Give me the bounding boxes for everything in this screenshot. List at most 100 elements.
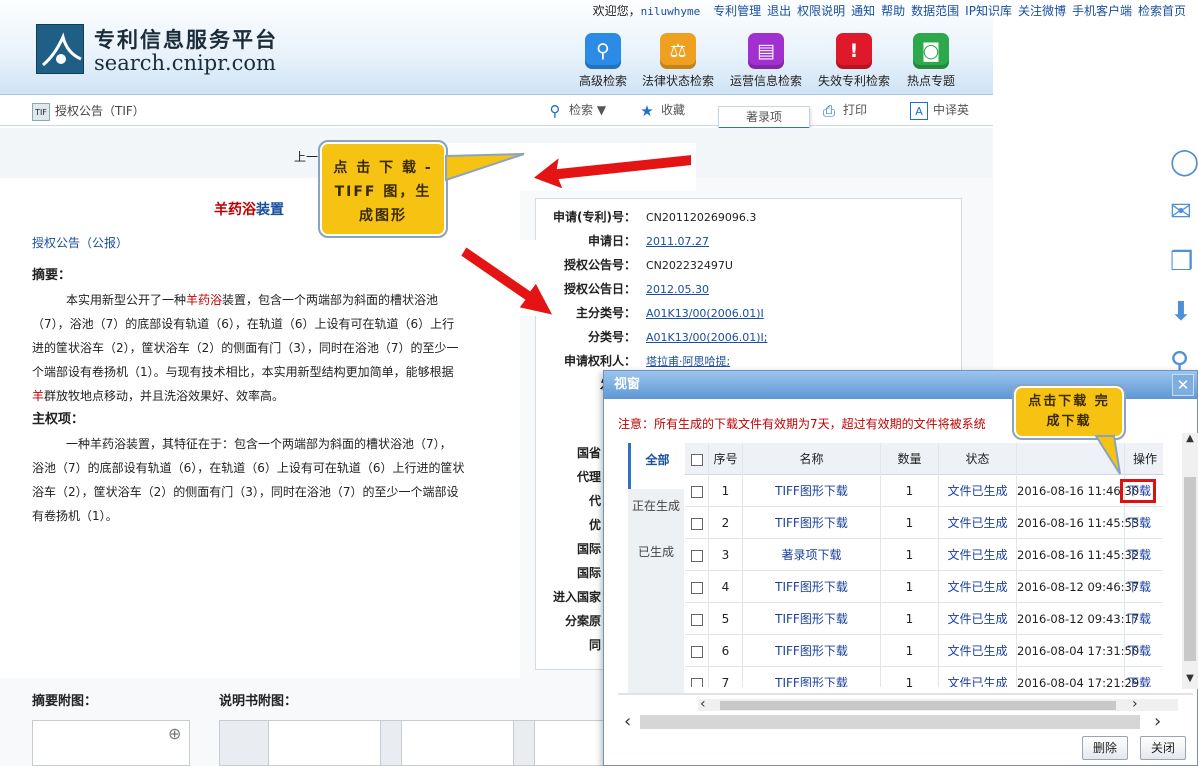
column-header: 数量 (881, 443, 939, 475)
chat-icon[interactable]: ◯ (1170, 146, 1198, 178)
top-link[interactable]: 检索首页 (1138, 4, 1186, 18)
spec-figure-thumbnail[interactable] (268, 720, 381, 766)
cell-action[interactable]: 下载 (1125, 507, 1163, 539)
tif-doc-icon: TIF (32, 102, 50, 121)
prev-link[interactable]: 上一 (294, 148, 318, 165)
nav-1[interactable]: ⚲ 高级检索 (567, 33, 639, 89)
zoom-in-icon[interactable]: ⊕ (168, 724, 181, 743)
close-button[interactable]: 关闭 (1140, 736, 1187, 760)
cell-status[interactable]: 文件已生成 (939, 475, 1017, 507)
row-checkbox[interactable] (690, 613, 703, 626)
nav-label: 失效专利检索 (817, 74, 890, 88)
top-link[interactable]: 数据范围 (911, 4, 959, 18)
cell-status[interactable]: 文件已生成 (939, 507, 1017, 539)
cell-no: 2 (709, 507, 743, 539)
top-link[interactable]: IP知识库 (965, 4, 1012, 18)
abstract-figure-thumbnail[interactable] (32, 720, 190, 766)
cell-action[interactable]: 下载 (1125, 667, 1163, 687)
cell-status[interactable]: 文件已生成 (939, 603, 1017, 635)
top-link[interactable]: 专利管理 (713, 4, 761, 18)
cell-count: 1 (881, 507, 939, 539)
info-value[interactable]: 塔拉甫·阿思哈提; (646, 353, 730, 369)
top-link[interactable]: 退出 (767, 4, 791, 18)
nav-label: 高级检索 (578, 74, 627, 88)
cell-time: 2016-08-16 11:45:32 (1017, 539, 1139, 571)
cell-status[interactable]: 文件已生成 (939, 667, 1017, 687)
logo-english: search.cnipr.com (94, 51, 276, 75)
row-checkbox[interactable] (690, 581, 703, 594)
cell-time: 2016-08-16 11:45:53 (1017, 507, 1139, 539)
nav-2[interactable]: ⚖ 法律状态检索 (634, 33, 722, 89)
outer-scroll-left-icon[interactable]: ‹ (624, 711, 631, 732)
spec-figure-thumbnail[interactable] (401, 720, 514, 766)
row-checkbox[interactable] (690, 645, 703, 658)
scroll-up-icon[interactable]: ▲ (1182, 433, 1198, 444)
row-checkbox[interactable] (690, 549, 703, 562)
delete-button[interactable]: 删除 (1082, 736, 1129, 760)
info-label-partial: 同 (588, 638, 601, 652)
cell-no: 3 (709, 539, 743, 571)
document-title: 羊药浴装置 (214, 202, 284, 218)
cell-name: TIFF图形下载 (743, 603, 881, 635)
scroll-left-icon[interactable]: ‹ (700, 696, 706, 712)
outer-horizontal-scrollbar[interactable] (640, 715, 1140, 729)
translate-button[interactable]: A 中译英 (910, 101, 969, 120)
nav-3[interactable]: ▤ 运营信息检索 (722, 33, 810, 89)
bulletin-link[interactable]: 授权公告（公报） (32, 234, 128, 251)
top-link[interactable]: 关注微博 (1018, 4, 1066, 18)
outer-scroll-right-icon[interactable]: › (1154, 711, 1161, 732)
dialog-close-icon[interactable]: ✕ (1172, 374, 1194, 396)
vertical-scroll-thumb[interactable] (1184, 477, 1196, 661)
favorite-button[interactable]: ★ 收藏 (638, 101, 685, 120)
select-all-checkbox[interactable] (690, 453, 703, 466)
nav-label: 运营信息检索 (729, 74, 802, 88)
cell-status[interactable]: 文件已生成 (939, 539, 1017, 571)
info-label-partial: 国际 (576, 542, 601, 556)
mail-icon[interactable]: ✉ (1170, 196, 1198, 228)
select-all-cell (685, 443, 709, 475)
horizontal-scroll-thumb[interactable] (720, 701, 1116, 710)
cell-time: 2016-08-12 09:43:17 (1017, 603, 1139, 635)
scroll-down-icon[interactable]: ▼ (1182, 673, 1198, 684)
username[interactable]: niluwhyme (641, 5, 701, 18)
status-tab[interactable]: 已生成 (628, 535, 684, 581)
row-checkbox-cell (685, 475, 709, 507)
logo-chinese: 专利信息服务平台 (94, 27, 278, 52)
callout-pointer (1094, 435, 1121, 475)
row-checkbox-cell (685, 603, 709, 635)
claims-line: 浴池（7）的底部设有轨道（6），在轨道（6）上设有可在轨道（6）上行进的筐状 (32, 461, 465, 475)
abstract-line: 个端部设有卷扬机（1）。与现有技术相比，本实用新型结构更加简单，能够根据 (32, 365, 454, 379)
cell-status[interactable]: 文件已生成 (939, 635, 1017, 667)
spec-figure-thumbnail[interactable] (534, 720, 604, 766)
nav-4[interactable]: ! 失效专利检索 (810, 33, 898, 89)
cell-action[interactable]: 下载 (1125, 571, 1163, 603)
table-row: 7 TIFF图形下载 1 文件已生成 2016-08-04 17:21:29 下载 (685, 667, 1163, 687)
search-button[interactable]: ⚲ 检索 ▼ (546, 101, 607, 120)
row-checkbox[interactable] (690, 677, 703, 687)
info-label-partial: 优 (588, 518, 601, 532)
table-row: 2 TIFF图形下载 1 文件已生成 2016-08-16 11:45:53 下载 (685, 507, 1163, 539)
dropdown-item[interactable]: 著录项 (719, 107, 809, 127)
top-link[interactable]: 权限说明 (797, 4, 845, 18)
scroll-right-icon[interactable]: › (1132, 696, 1138, 712)
bibliographic-fields-partial: 国省 代理代优国际 国际 进入国家 分案原同 (537, 444, 601, 660)
book-icon[interactable]: ❒ (1170, 246, 1198, 278)
row-checkbox-cell (685, 539, 709, 571)
row-checkbox[interactable] (690, 517, 703, 530)
cell-status[interactable]: 文件已生成 (939, 571, 1017, 603)
cell-action[interactable]: 下载 (1125, 539, 1163, 571)
nav-5[interactable]: ◙ 热点专题 (895, 33, 967, 89)
status-tab[interactable]: 正在生成 (628, 489, 684, 535)
cell-time: 2016-08-12 09:46:37 (1017, 571, 1139, 603)
top-link[interactable]: 帮助 (881, 4, 905, 18)
cell-action[interactable]: 下载 (1125, 635, 1163, 667)
top-link[interactable]: 手机客户端 (1072, 4, 1132, 18)
cell-action[interactable]: 下载 (1125, 603, 1163, 635)
row-checkbox[interactable] (690, 485, 703, 498)
download-icon[interactable]: ⬇ (1170, 296, 1198, 328)
claims-heading: 主权项： (32, 412, 85, 427)
cell-count: 1 (881, 475, 939, 507)
print-button[interactable]: ⎙ 打印 (820, 101, 867, 120)
status-tab[interactable]: 全部 (628, 443, 684, 489)
top-link[interactable]: 通知 (851, 4, 875, 18)
